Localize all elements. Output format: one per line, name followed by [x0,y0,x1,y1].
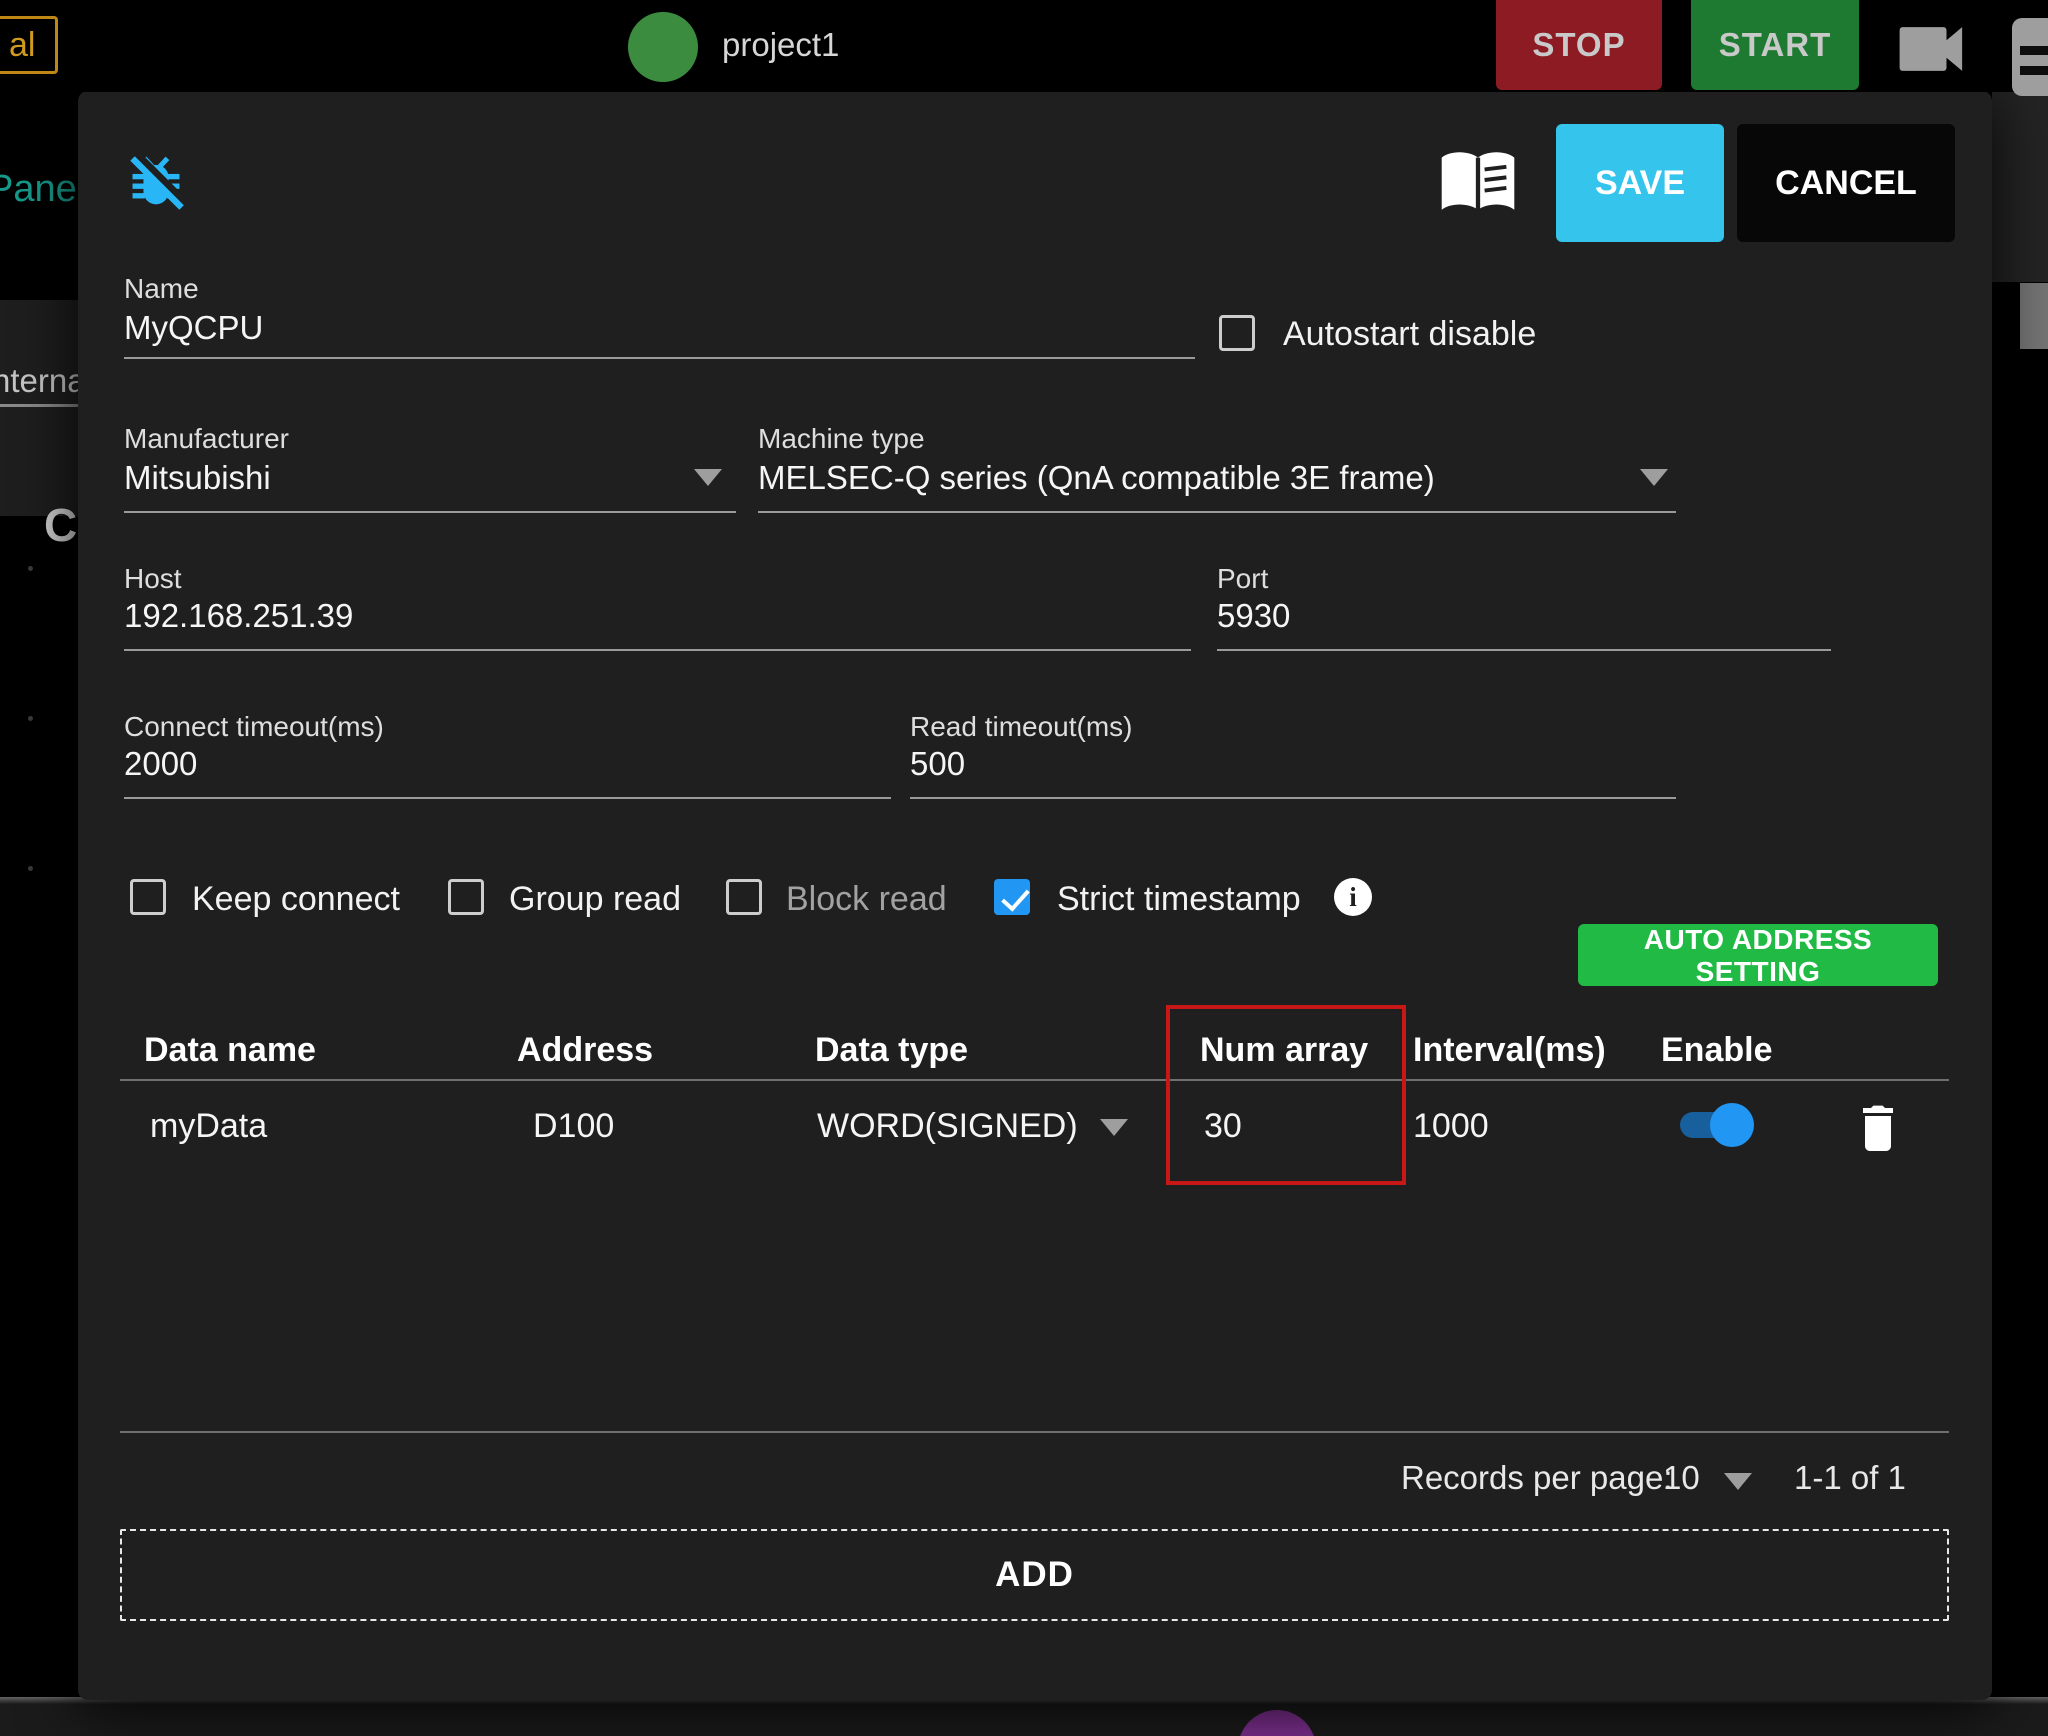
col-data-type: Data type [815,1031,969,1069]
grid-dot [28,716,33,721]
background-right-panel [1992,92,2048,282]
block-read-label: Block read [786,880,947,918]
status-dot-icon [628,12,698,82]
background-panel-label: Panel [0,168,86,210]
name-label: Name [124,273,199,304]
add-row-button[interactable]: ADD [120,1529,1949,1621]
background-bottom-strip [0,1700,2048,1736]
col-data-name: Data name [144,1031,316,1069]
background-right-scroll [2020,283,2048,349]
manufacturer-select[interactable]: Mitsubishi [124,459,271,497]
group-read-checkbox[interactable] [448,879,484,915]
machine-type-label: Machine type [758,423,925,454]
cell-address: D100 [533,1107,615,1145]
start-button[interactable]: START [1691,0,1859,90]
records-per-page-select[interactable]: 10 [1663,1459,1700,1497]
connect-timeout-label: Connect timeout(ms) [124,711,384,742]
dropdown-arrow-icon[interactable] [1640,469,1668,486]
col-address: Address [517,1031,654,1069]
auto-address-setting-button[interactable]: AUTO ADDRESS SETTING [1578,924,1938,987]
app-root: Panel nterna C al project1 STOP START SA… [0,0,2048,1736]
background-c-label: C [44,499,78,551]
save-button[interactable]: SAVE [1556,124,1724,242]
manufacturer-label: Manufacturer [124,423,289,454]
grid-dot [28,566,33,571]
col-enable: Enable [1661,1031,1773,1069]
group-read-label: Group read [509,880,681,918]
machine-type-underline [758,511,1676,513]
autostart-label: Autostart disable [1283,315,1537,353]
cell-interval[interactable]: 1000 [1413,1107,1489,1146]
top-bar: al project1 STOP START [0,0,2048,96]
enable-toggle[interactable] [1676,1103,1754,1147]
host-input[interactable]: 192.168.251.39 [124,597,353,635]
read-timeout-label: Read timeout(ms) [910,711,1133,742]
video-camera-icon[interactable] [1896,24,1972,74]
port-input[interactable]: 5930 [1217,597,1290,635]
table-footer-divider [120,1431,1949,1433]
machine-type-select[interactable]: MELSEC-Q series (QnA compatible 3E frame… [758,459,1435,497]
project-name: project1 [722,26,840,63]
strict-timestamp-label: Strict timestamp [1057,880,1301,918]
strict-timestamp-checkbox[interactable] [994,879,1030,915]
keep-connect-label: Keep connect [192,880,400,918]
background-left-underline [0,404,78,407]
grid-dot [28,866,33,871]
open-book-icon[interactable] [1438,149,1518,215]
read-timeout-underline [910,797,1676,799]
trash-icon[interactable] [1854,1097,1902,1153]
port-label: Port [1217,563,1269,594]
toggle-thumb [1710,1103,1754,1147]
records-per-page-label: Records per page: [1401,1459,1673,1496]
cell-data-name: myData [150,1107,268,1145]
table-header-divider [120,1079,1949,1081]
bug-off-icon [124,147,189,219]
host-label: Host [124,563,182,594]
left-tool-badge[interactable]: al [0,16,58,74]
cell-data-type-select[interactable]: WORD(SIGNED) [817,1107,1078,1146]
num-array-highlight [1166,1005,1406,1185]
read-timeout-input[interactable]: 500 [910,745,965,783]
name-underline [124,357,1195,359]
device-config-dialog: SAVE CANCEL Name MyQCPU Autostart disabl… [78,91,1992,1700]
cancel-button[interactable]: CANCEL [1737,124,1955,242]
block-read-checkbox[interactable] [726,879,762,915]
pagination-range: 1-1 of 1 [1794,1459,1906,1496]
name-input[interactable]: MyQCPU [124,309,263,347]
connect-timeout-underline [124,797,891,799]
stop-button[interactable]: STOP [1496,0,1662,90]
menu-partial-icon[interactable] [2012,18,2048,96]
dropdown-arrow-icon[interactable] [1724,1473,1752,1490]
keep-connect-checkbox[interactable] [130,879,166,915]
dropdown-arrow-icon[interactable] [694,469,722,486]
connect-timeout-input[interactable]: 2000 [124,745,197,783]
info-icon[interactable]: i [1334,878,1372,916]
background-internal-label: nterna [0,362,86,399]
background-left-panel [0,300,78,516]
dropdown-arrow-icon[interactable] [1100,1119,1128,1136]
port-underline [1217,649,1831,651]
host-underline [124,649,1191,651]
manufacturer-underline [124,511,736,513]
autostart-checkbox[interactable] [1219,315,1255,351]
col-interval: Interval(ms) [1413,1031,1606,1069]
